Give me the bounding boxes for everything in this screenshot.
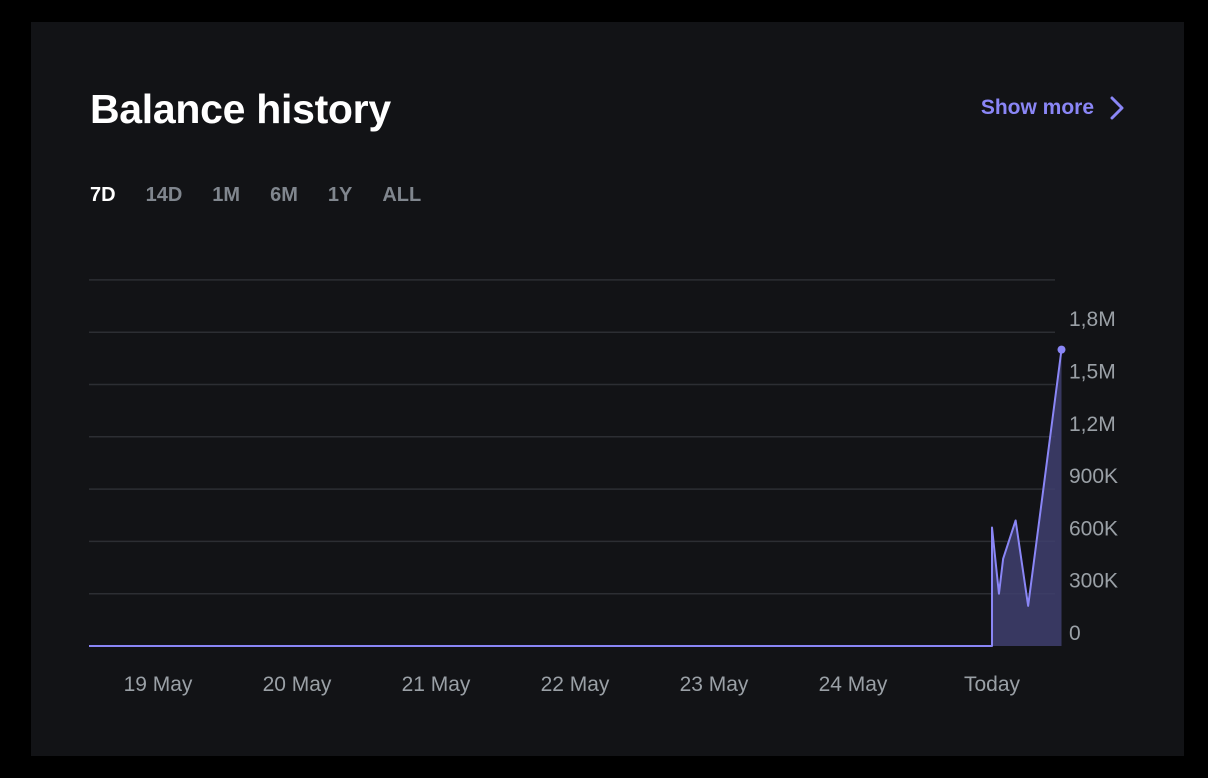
balance-history-card: Balance history Show more 7D 14D 1M 6M 1…: [31, 22, 1184, 756]
x-tick-label: 19 May: [124, 673, 193, 696]
y-tick-label: 1,8M: [1069, 308, 1116, 331]
y-tick-label: 600K: [1069, 517, 1118, 540]
end-marker: [1057, 345, 1066, 354]
x-tick-label: 23 May: [680, 673, 749, 696]
y-tick-label: 300K: [1069, 570, 1118, 593]
x-tick-label: 20 May: [263, 673, 332, 696]
y-tick-label: 1,5M: [1069, 361, 1116, 384]
x-tick-label: 22 May: [541, 673, 610, 696]
x-tick-label: 24 May: [819, 673, 888, 696]
x-tick-label: 21 May: [402, 673, 471, 696]
y-tick-label: 900K: [1069, 465, 1118, 488]
balance-chart: 0 300K 600K 900K 1,2M 1,5M 1,8M 19 May 20 May 21 …: [89, 279, 1118, 696]
y-tick-label: 0: [1069, 622, 1081, 645]
balance-line: [89, 349, 1063, 647]
x-tick-label: Today: [964, 673, 1021, 696]
y-tick-label: 1,2M: [1069, 413, 1116, 436]
